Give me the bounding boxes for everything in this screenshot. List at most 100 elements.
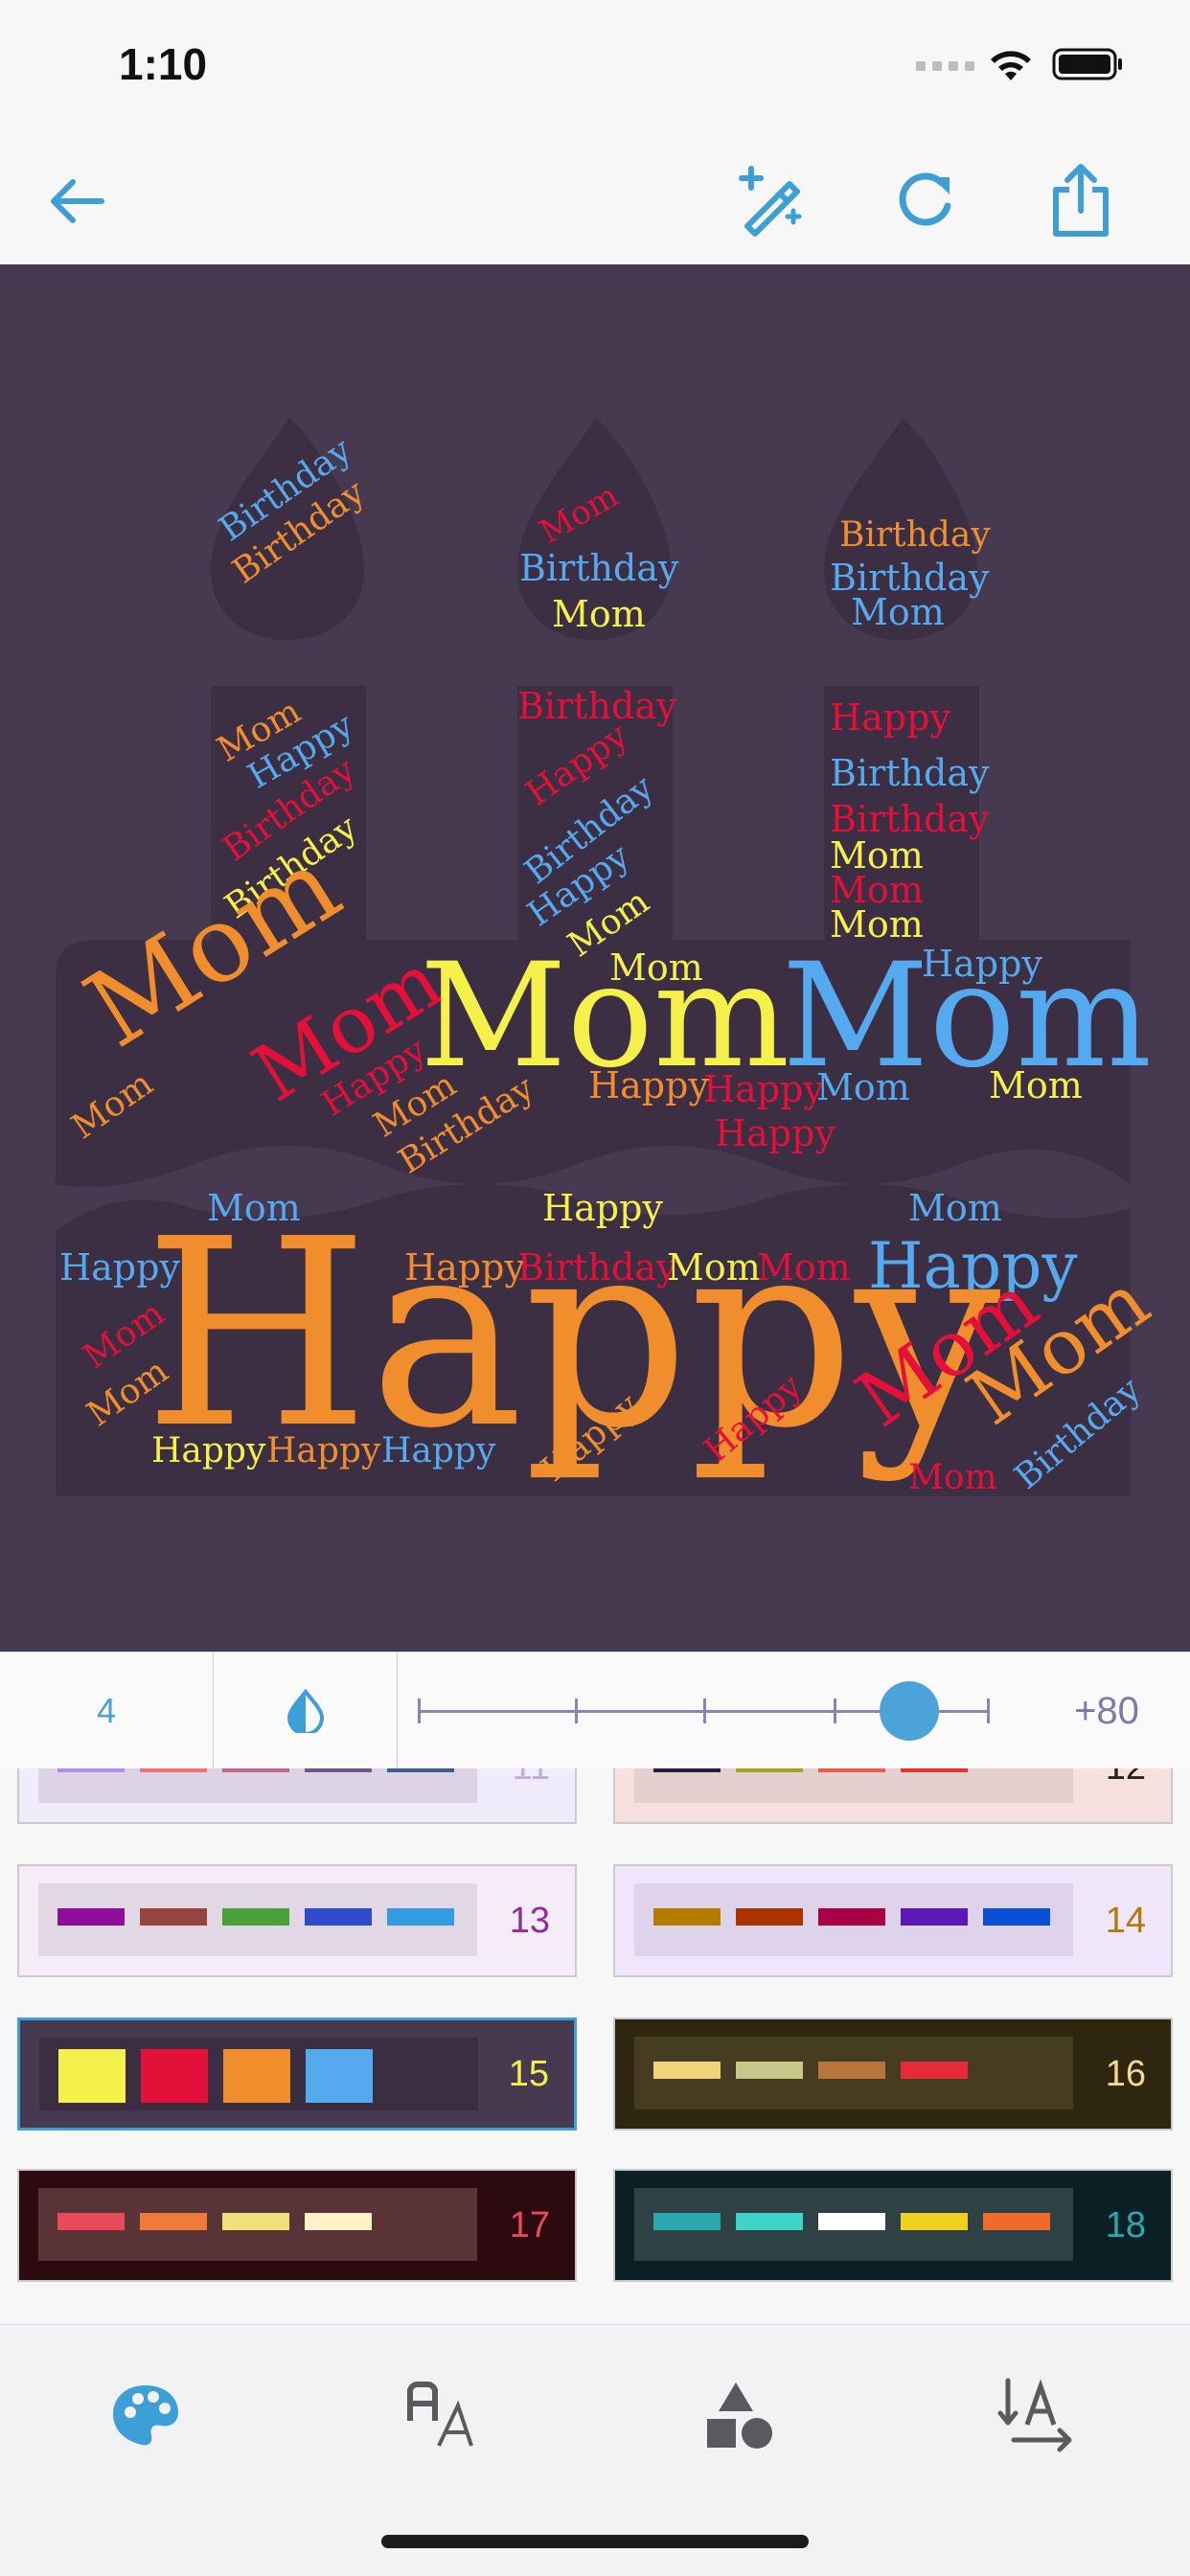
color-swatch	[653, 1768, 721, 1772]
palette-card-14[interactable]: 14	[613, 1864, 1173, 1977]
word-cloud-canvas[interactable]: Birthday Birthday Mom Birthday Mom Birth…	[0, 264, 1190, 1652]
cloud-word: Birthday	[839, 515, 991, 555]
palette-card-18[interactable]: 18	[613, 2169, 1173, 2282]
cloud-word: Birthday	[519, 547, 679, 589]
refresh-button[interactable]	[887, 163, 964, 239]
color-swatch	[387, 1908, 454, 1926]
color-swatch	[57, 1908, 125, 1926]
back-button[interactable]	[38, 163, 115, 239]
color-swatch	[901, 2213, 968, 2230]
cloud-word: Happy	[266, 1431, 381, 1470]
color-swatch	[222, 1768, 289, 1772]
cloud-word: Happy	[703, 1068, 824, 1110]
palette-strip	[634, 2188, 1073, 2261]
magic-wand-icon	[739, 166, 802, 237]
word-cloud: Birthday Birthday Mom Birthday Mom Birth…	[56, 418, 1165, 1497]
signal-icon	[916, 61, 974, 71]
share-icon	[1053, 164, 1109, 237]
palette-grid: 11 12 13 14 15 16 17 18	[0, 1768, 1190, 2324]
color-swatch	[653, 1908, 721, 1926]
color-swatch	[653, 2062, 721, 2079]
cloud-word: Mom	[552, 593, 646, 635]
cloud-word: Happy	[588, 1064, 709, 1106]
color-swatch	[222, 2213, 289, 2230]
color-swatch	[736, 2213, 803, 2230]
color-swatch	[223, 2049, 290, 2103]
palette-strip	[634, 1768, 1073, 1803]
opacity-drop-icon	[286, 1689, 325, 1733]
font-icon	[407, 2382, 473, 2447]
color-swatch	[901, 2062, 968, 2079]
wifi-icon	[991, 51, 1031, 80]
palette-number: 11	[513, 1768, 550, 1822]
palette-card-11[interactable]: 11	[17, 1768, 577, 1824]
tab-shapes[interactable]	[682, 2367, 797, 2463]
palette-number: 12	[1106, 1768, 1146, 1822]
palette-card-12[interactable]: 12	[613, 1768, 1173, 1824]
text-orientation-icon	[997, 2378, 1072, 2452]
palette-strip	[634, 1883, 1073, 1956]
share-button[interactable]	[1042, 163, 1119, 239]
tab-fonts[interactable]	[385, 2367, 500, 2463]
color-swatch	[901, 1768, 968, 1772]
color-swatch	[305, 1768, 372, 1772]
tab-colors[interactable]	[88, 2367, 203, 2463]
cloud-word: Mom	[908, 1458, 997, 1497]
color-swatch	[818, 2062, 885, 2079]
cloud-word: Birthday	[517, 685, 677, 727]
palette-number: 15	[508, 2053, 549, 2094]
color-swatch	[901, 1908, 968, 1926]
shapes-icon	[707, 2382, 772, 2449]
color-swatch	[305, 2213, 372, 2230]
color-swatch	[140, 2213, 207, 2230]
color-swatch	[305, 1908, 372, 1926]
cloud-word: Happy	[830, 696, 950, 739]
color-swatch	[736, 2062, 803, 2079]
color-swatch	[818, 1908, 885, 1926]
palette-strip	[38, 2188, 477, 2261]
top-toolbar	[0, 134, 1190, 264]
palette-icon	[113, 2385, 178, 2446]
palette-number: 18	[1105, 2204, 1146, 2245]
cloud-word: Birthday	[830, 752, 990, 794]
color-swatch	[306, 2049, 373, 2103]
palette-card-16[interactable]: 16	[613, 2017, 1173, 2131]
palette-strip	[634, 2037, 1073, 2109]
tab-layout[interactable]	[979, 2367, 1094, 2463]
slider-tick	[575, 1698, 578, 1723]
palette-strip	[38, 1883, 477, 1956]
status-time: 1:10	[119, 39, 208, 89]
color-swatch	[983, 1908, 1050, 1926]
cloud-word: Mom	[816, 1066, 910, 1108]
cloud-word: Mom	[851, 591, 945, 633]
color-swatch	[140, 1908, 207, 1926]
palette-number: 17	[509, 2204, 550, 2245]
slider-tick	[834, 1698, 836, 1723]
slider-thumb[interactable]	[879, 1681, 939, 1741]
status-bar: 1:10	[0, 0, 1190, 134]
color-count-button[interactable]: 4	[0, 1653, 214, 1769]
back-arrow-icon	[51, 179, 104, 223]
color-swatch	[141, 2049, 208, 2103]
hue-slider[interactable]	[418, 1653, 993, 1769]
color-swatch	[58, 2049, 126, 2103]
cloud-word: Mom	[609, 946, 703, 989]
opacity-button[interactable]	[215, 1653, 398, 1769]
palette-number: 14	[1105, 1900, 1146, 1941]
color-swatch	[736, 1908, 803, 1926]
color-swatch	[57, 1768, 125, 1772]
slider-tick	[987, 1698, 990, 1723]
color-swatch	[653, 2213, 721, 2230]
magic-wand-button[interactable]	[732, 163, 809, 239]
home-indicator	[381, 2535, 809, 2548]
palette-number: 13	[509, 1900, 550, 1941]
palette-card-13[interactable]: 13	[17, 1864, 577, 1977]
cloud-word: Mom	[989, 1064, 1083, 1106]
palette-card-17[interactable]: 17	[17, 2169, 577, 2282]
cloud-word: Happy	[922, 943, 1042, 985]
slider-tick	[418, 1698, 421, 1723]
refresh-icon	[899, 172, 951, 226]
cloud-word: Happy	[151, 1431, 266, 1470]
color-swatch	[387, 1768, 454, 1772]
palette-card-15[interactable]: 15	[17, 2017, 577, 2131]
